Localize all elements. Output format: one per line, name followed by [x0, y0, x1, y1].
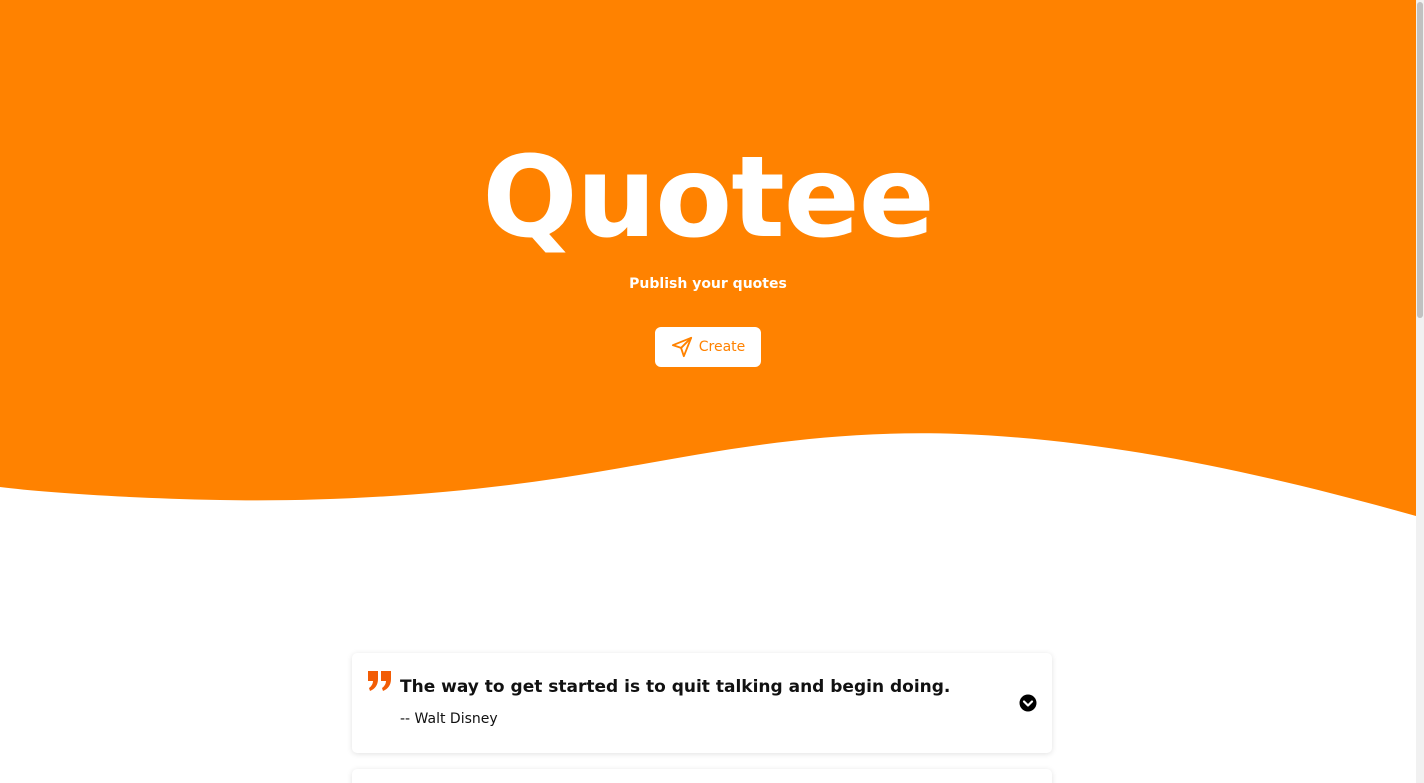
- quote-text: The way to get started is to quit talkin…: [400, 677, 951, 697]
- page-scrollbar[interactable]: [1416, 0, 1424, 783]
- create-button[interactable]: Create: [655, 327, 761, 367]
- scrollbar-thumb[interactable]: [1417, 2, 1423, 318]
- quote-mark-icon: [367, 669, 393, 693]
- quote-author: -- Walt Disney: [400, 711, 498, 727]
- create-button-label: Create: [698, 339, 746, 355]
- app-title: Quotee: [482, 133, 934, 263]
- quote-card: [352, 769, 1052, 783]
- quote-card: The way to get started is to quit talkin…: [352, 653, 1052, 753]
- send-icon: [671, 336, 693, 358]
- page: Quotee Publish your quotes Create The wa…: [0, 0, 1424, 783]
- hero-section: Quotee Publish your quotes Create: [0, 0, 1416, 520]
- chevron-down-circle-icon[interactable]: [1019, 694, 1037, 712]
- app-tagline: Publish your quotes: [629, 276, 787, 292]
